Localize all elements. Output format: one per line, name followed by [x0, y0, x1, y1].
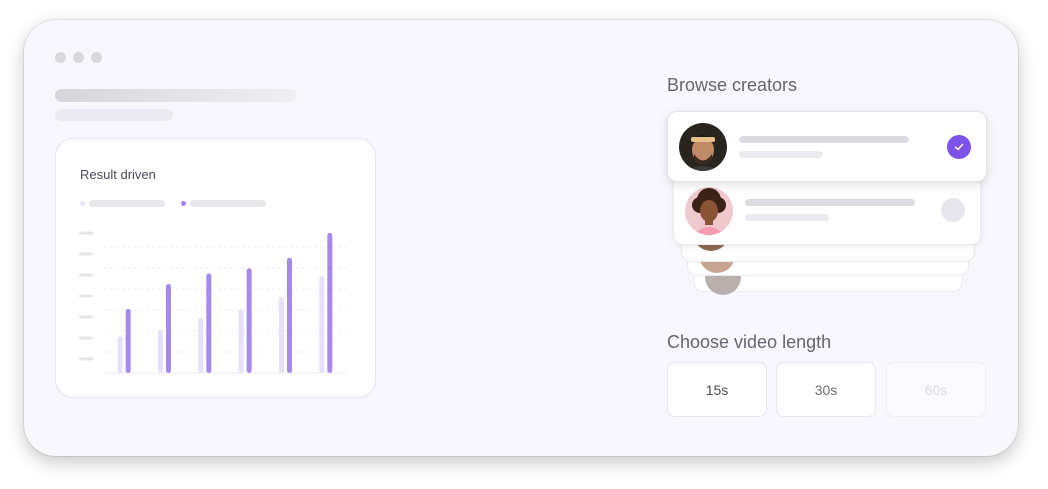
bar-series-2-1 [125, 308, 131, 373]
bar-series-2-2 [166, 283, 171, 373]
window-dot-maximize[interactable] [91, 52, 102, 63]
bar-series-2-3 [206, 273, 212, 373]
y-tick-placeholder [79, 294, 93, 298]
bar-series-2-6 [327, 232, 333, 373]
length-option-15s[interactable]: 15s [667, 362, 767, 417]
placeholder-page-title [55, 89, 297, 102]
length-option-30s[interactable]: 30s [776, 362, 876, 417]
creator-meta-placeholder [739, 151, 823, 158]
creator-name-placeholder [739, 136, 909, 143]
bar-series-1-2 [158, 329, 163, 373]
selected-check[interactable] [947, 135, 971, 159]
y-tick-placeholder [79, 231, 93, 235]
bar-series-1-6 [319, 276, 325, 373]
check-icon [954, 143, 964, 151]
y-tick-placeholder [79, 336, 93, 340]
length-option-60s[interactable]: 60s [886, 362, 986, 417]
video-length-heading: Choose video length [667, 332, 832, 352]
creator-card-selected[interactable] [667, 111, 987, 182]
creator-card[interactable] [673, 175, 981, 245]
bar-series-1-1 [117, 336, 123, 373]
y-tick-placeholder [79, 357, 93, 361]
bar-series-1-3 [198, 318, 204, 373]
window-controls [55, 52, 102, 63]
window-dot-close[interactable] [55, 52, 66, 63]
bar-series-2-4 [246, 268, 252, 373]
unselected-radio[interactable] [941, 198, 965, 222]
bar-series-1-4 [238, 308, 244, 373]
app-window: Result driven Browse creators Choose vid… [24, 20, 1018, 456]
window-dot-minimize[interactable] [73, 52, 84, 63]
creator-meta-placeholder [745, 214, 829, 221]
chart-card: Result driven [55, 138, 376, 398]
browse-creators-heading: Browse creators [667, 75, 798, 95]
bar-series-2-5 [287, 257, 292, 373]
y-tick-placeholder [79, 315, 93, 319]
creator-name-placeholder [745, 199, 915, 206]
bar-chart [79, 231, 346, 374]
placeholder-page-subtitle [55, 109, 173, 121]
y-tick-placeholder [79, 273, 93, 277]
avatar [685, 187, 733, 235]
bar-series-1-5 [279, 297, 284, 373]
avatar [679, 123, 727, 171]
y-tick-placeholder [79, 252, 93, 256]
